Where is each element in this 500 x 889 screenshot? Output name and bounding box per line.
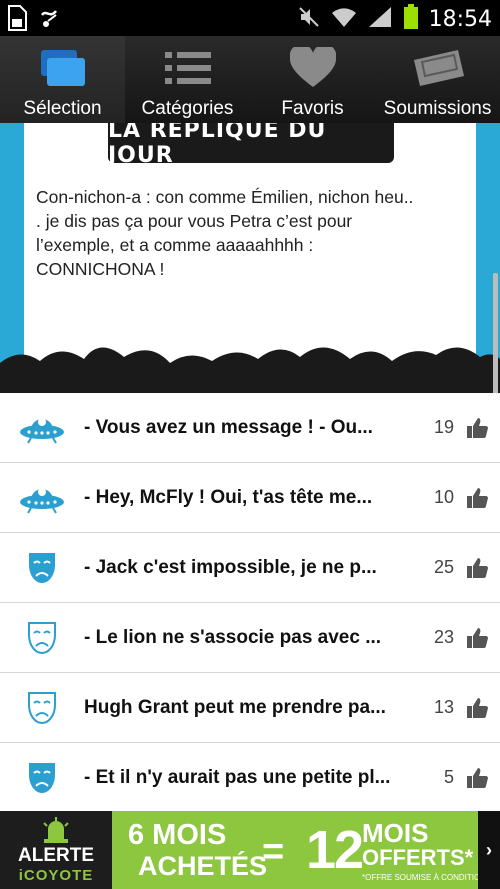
battery-icon (403, 4, 419, 35)
tab-favoris[interactable]: Favoris (250, 36, 375, 123)
list-item-count: 23 (433, 627, 454, 647)
ad-right-line2: OFFERTS* (362, 845, 474, 870)
list-item[interactable]: - Vous avez un message ! - Ou... 19 (0, 393, 500, 463)
sad-mask-outline-icon (0, 691, 84, 725)
list-icon (163, 46, 213, 90)
list-item-title: - Hey, McFly ! Oui, t'as tête me... (84, 486, 373, 508)
ad-next-arrow-icon[interactable]: › (478, 811, 500, 889)
replique-text: Con-nichon-a : con comme Émilien, nichon… (36, 187, 414, 279)
wifi-icon (331, 5, 357, 34)
tab-selection[interactable]: Sélection (0, 36, 125, 123)
list-item[interactable]: Hugh Grant peut me prendre pa... 13 (0, 673, 500, 743)
alert-siren-icon (43, 817, 69, 843)
replique-du-jour-panel[interactable]: LA REPLIQUE DU JOUR Con-nichon-a : con c… (0, 123, 500, 393)
status-bar: 18:54 (0, 0, 500, 36)
list-item-count: 10 (433, 487, 454, 507)
thumbs-up-icon[interactable] (454, 697, 500, 719)
ad-big-number: 12 (306, 820, 364, 880)
audience-silhouette (0, 347, 500, 393)
ad-banner[interactable]: ALERTE iCOYOTE 6 MOIS ACHETÉS = 12 MOIS … (0, 811, 500, 889)
list-item[interactable]: - Jack c'est impossible, je ne p... 25 (0, 533, 500, 603)
list-item-title: - Le lion ne s'associe pas avec ... (84, 626, 382, 648)
list-item[interactable]: - Le lion ne s'associe pas avec ... 23 (0, 603, 500, 673)
tab-bar: Sélection Catégories Favoris Soumissions (0, 36, 500, 123)
thumbs-up-icon[interactable] (454, 487, 500, 509)
mute-icon (297, 5, 321, 34)
replique-title: LA REPLIQUE DU JOUR (108, 123, 394, 168)
ad-equals: = (262, 831, 285, 873)
sad-mask-icon (0, 551, 84, 585)
tab-soumissions[interactable]: Soumissions (375, 36, 500, 123)
thumbs-up-icon[interactable] (454, 767, 500, 789)
list-item[interactable]: - Hey, McFly ! Oui, t'as tête me... 10 (0, 463, 500, 533)
list-item-title: - Vous avez un message ! - Ou... (84, 416, 373, 438)
ufo-icon (0, 482, 84, 514)
list-item-count: 13 (433, 697, 454, 717)
heart-icon (289, 46, 336, 90)
coyote-logo: ALERTE iCOYOTE (0, 811, 112, 889)
usb-debug-icon (38, 5, 64, 36)
list-item[interactable]: - Et il n'y aurait pas une petite pl... … (0, 743, 500, 813)
list-item-title: - Jack c'est impossible, je ne p... (84, 556, 377, 578)
scrollbar[interactable] (493, 273, 498, 393)
windows-icon (39, 46, 87, 90)
signal-icon (367, 5, 393, 34)
clock: 18:54 (428, 7, 492, 32)
tab-categories[interactable]: Catégories (125, 36, 250, 123)
ad-conditions: *OFFRE SOUMISE À CONDITIONS (362, 873, 492, 882)
ad-left-line2: ACHETÉS (138, 851, 268, 881)
sd-card-icon (6, 5, 28, 36)
list-item-count: 25 (433, 557, 454, 577)
ufo-icon (0, 412, 84, 444)
list-item-title: - Et il n'y aurait pas une petite pl... (84, 766, 391, 788)
replique-list: - Vous avez un message ! - Ou... 19 - He… (0, 393, 500, 813)
list-item-count: 19 (433, 417, 454, 437)
ad-right-line1: MOIS (362, 818, 429, 848)
thumbs-up-icon[interactable] (454, 627, 500, 649)
sad-mask-icon (0, 761, 84, 795)
ticket-icon (410, 46, 466, 90)
sad-mask-outline-icon (0, 621, 84, 655)
thumbs-up-icon[interactable] (454, 417, 500, 439)
list-item-count: 5 (443, 767, 454, 787)
thumbs-up-icon[interactable] (454, 557, 500, 579)
ad-left-line1: 6 MOIS (128, 819, 227, 851)
list-item-title: Hugh Grant peut me prendre pa... (84, 696, 386, 718)
